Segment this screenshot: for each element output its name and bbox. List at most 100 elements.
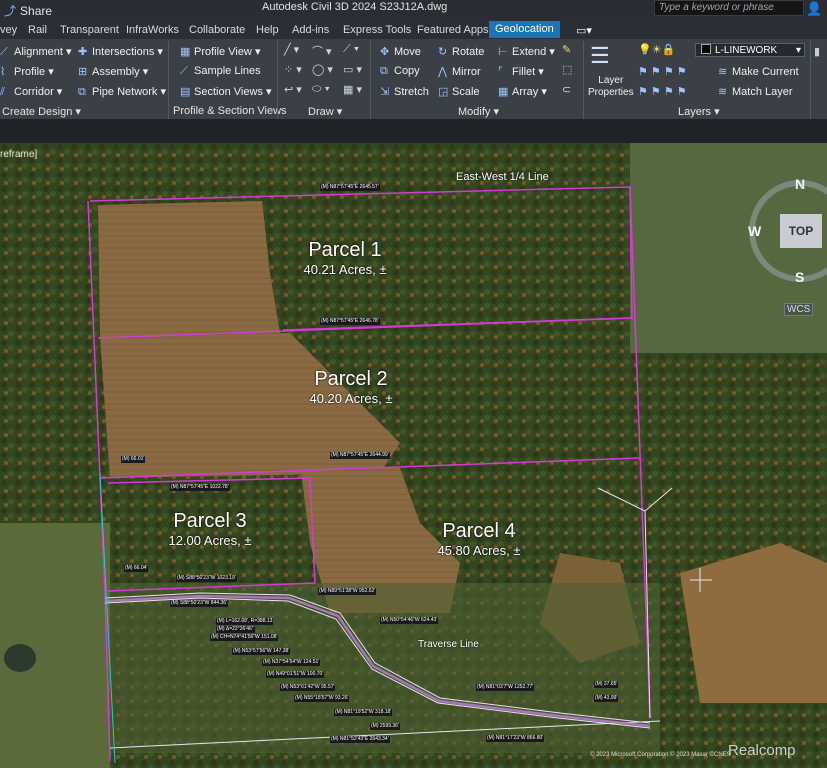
compass-north[interactable]: N bbox=[795, 176, 805, 192]
profile-section-group-label: Profile & Section Views bbox=[173, 105, 287, 117]
spline-tool-icon[interactable]: ↩ ▾ bbox=[284, 83, 302, 96]
bearing-label: (M) 43.99' bbox=[594, 695, 619, 702]
bearing-label: (M) N81°03'7"W 1252.77' bbox=[476, 684, 535, 691]
paste-icon[interactable]: ▮ bbox=[814, 45, 820, 58]
bearing-label: (M) L=162.68', R=388.13 bbox=[216, 618, 274, 625]
pond-west bbox=[4, 644, 36, 672]
bearing-label: (M) 2599.36' bbox=[370, 723, 400, 730]
profile-button[interactable]: ⌇ Profile ▾ bbox=[0, 65, 54, 78]
parcel-name: Parcel 2 bbox=[314, 368, 388, 390]
tab-transparent[interactable]: Transparent bbox=[60, 24, 119, 36]
array-button[interactable]: ▦ Array ▾ bbox=[498, 85, 547, 98]
divider bbox=[168, 41, 169, 119]
profile-view-button[interactable]: ▦ Profile View ▾ bbox=[180, 45, 260, 58]
intersections-button[interactable]: ✚ Intersections ▾ bbox=[78, 45, 163, 58]
sample-lines-button[interactable]: ⟋ Sample Lines bbox=[180, 65, 261, 78]
polyline-tool-icon[interactable]: ⟋ ▾ bbox=[343, 43, 359, 56]
tab-collaborate[interactable]: Collaborate bbox=[189, 24, 245, 36]
rotate-button[interactable]: ↻ Rotate bbox=[438, 45, 484, 58]
parcel-acres: 12.00 Acres, ± bbox=[168, 533, 252, 548]
section-views-button[interactable]: ▤ Section Views ▾ bbox=[180, 85, 271, 98]
tab-help[interactable]: Help bbox=[256, 24, 279, 36]
share-button[interactable]: ⤴ Share bbox=[4, 2, 52, 19]
offset-icon[interactable]: ⊂ bbox=[562, 83, 571, 96]
draw-group-label[interactable]: Draw ▾ bbox=[308, 105, 342, 118]
layer-properties-icon[interactable]: ☰ bbox=[590, 43, 610, 69]
drawing-viewport[interactable]: reframe] N W S TOP WCS East-West 1/4 Lin… bbox=[0, 143, 827, 768]
bearing-label: (M) CH=N74°41'56"W 151.08' bbox=[210, 634, 279, 641]
viewport-label[interactable]: reframe] bbox=[0, 149, 37, 160]
hatch-tool-icon[interactable]: ▦ ▾ bbox=[343, 83, 362, 96]
layer-color-swatch bbox=[701, 44, 711, 54]
wcs-menu[interactable]: WCS bbox=[784, 303, 814, 316]
bearing-label: (M) N87°57'45"E 1022.78' bbox=[170, 484, 230, 491]
point-tool-icon[interactable]: ⁘ ▾ bbox=[284, 63, 302, 76]
chevron-down-icon: ▾ bbox=[795, 45, 801, 56]
mirror-icon: ⋀ bbox=[438, 66, 448, 78]
bearing-label: (M) N55°18'57"W 93.26' bbox=[294, 695, 350, 702]
extend-icon: ⊢ bbox=[498, 46, 508, 58]
bearing-label: (M) Δ=22°26'46" bbox=[216, 626, 255, 633]
current-layer-dropdown[interactable]: L-LINEWORK ▾ bbox=[695, 43, 805, 57]
ribbon-tabs: vey Rail Transparent InfraWorks Collabor… bbox=[0, 20, 827, 39]
scale-button[interactable]: ◲ Scale bbox=[438, 85, 480, 98]
share-icon: ⤴ bbox=[4, 4, 17, 18]
intersections-icon: ✚ bbox=[78, 46, 88, 58]
compass-south[interactable]: S bbox=[795, 269, 804, 285]
tab-add-ins[interactable]: Add-ins bbox=[292, 24, 329, 36]
assembly-icon: ⊞ bbox=[78, 66, 88, 78]
make-current-button[interactable]: ≋ Make Current bbox=[718, 65, 799, 78]
tab-featured-apps[interactable]: Featured Apps bbox=[417, 24, 489, 36]
search-input[interactable]: Type a keyword or phrase bbox=[654, 0, 804, 16]
file-tab-bar bbox=[0, 119, 827, 143]
alignment-icon: ⟋ bbox=[0, 46, 8, 58]
parcel-acres: 40.21 Acres, ± bbox=[303, 262, 387, 277]
compass-west[interactable]: W bbox=[748, 223, 761, 239]
line-tool-icon[interactable]: ╱ ▾ bbox=[284, 43, 299, 56]
assembly-button[interactable]: ⊞ Assembly ▾ bbox=[78, 65, 148, 78]
layer-state-icons[interactable]: 💡☀🔒 bbox=[638, 43, 675, 56]
profile-icon: ⌇ bbox=[0, 66, 6, 78]
copy-button[interactable]: ⧉ Copy bbox=[380, 65, 420, 78]
bearing-label: (M) N89°51'38"W 952.62' bbox=[318, 588, 377, 595]
parcel-4-label: Parcel 4 45.80 Acres, ± bbox=[424, 520, 534, 558]
arc-tool-icon[interactable]: ⌒ ▾ bbox=[312, 43, 332, 59]
alignment-button[interactable]: ⟋ Alignment ▾ bbox=[0, 45, 72, 59]
tab-survey[interactable]: vey bbox=[0, 24, 17, 36]
modify-group-label[interactable]: Modify ▾ bbox=[458, 105, 499, 118]
stretch-button[interactable]: ⇲ Stretch bbox=[380, 85, 429, 98]
bearing-label: (M) 66.01' bbox=[121, 456, 146, 463]
move-button[interactable]: ✥ Move bbox=[380, 45, 421, 58]
stretch-icon: ⇲ bbox=[380, 86, 390, 98]
layer-tools-row2-icons[interactable]: ⚑ ⚑ ⚑ ⚑ bbox=[638, 85, 687, 98]
bearing-label: (M) N81°52'43"E 2643.34' bbox=[330, 736, 390, 743]
parcel-acres: 45.80 Acres, ± bbox=[437, 543, 521, 558]
divider bbox=[810, 41, 811, 119]
pipe-network-button[interactable]: ⧉ Pipe Network ▾ bbox=[78, 85, 166, 99]
circle-tool-icon[interactable]: ◯ ▾ bbox=[312, 63, 333, 76]
tab-rail[interactable]: Rail bbox=[28, 24, 47, 36]
ellipse-tool-icon[interactable]: ⬭ ▾ bbox=[312, 83, 330, 96]
layer-properties-button[interactable]: Layer Properties bbox=[588, 75, 634, 99]
user-icon[interactable]: 👤 bbox=[806, 1, 822, 17]
layer-tools-row1-icons[interactable]: ⚑ ⚑ ⚑ ⚑ bbox=[638, 65, 687, 78]
panel-toggle-icon[interactable]: ▭▾ bbox=[576, 24, 592, 37]
match-layer-icon: ≋ bbox=[718, 86, 728, 98]
erase-icon[interactable]: ✎ bbox=[562, 43, 571, 56]
tab-infraworks[interactable]: InfraWorks bbox=[126, 24, 179, 36]
tab-express-tools[interactable]: Express Tools bbox=[343, 24, 411, 36]
rectangle-tool-icon[interactable]: ▭ ▾ bbox=[343, 63, 362, 76]
bearing-label: (M) N53°01'42"W 95.57' bbox=[280, 684, 336, 691]
extend-button[interactable]: ⊢ Extend ▾ bbox=[498, 45, 555, 58]
bearing-label: (M) S88°50'23"W 1023.19' bbox=[176, 575, 237, 582]
corridor-button[interactable]: ⫽ Corridor ▾ bbox=[0, 85, 62, 99]
parcel-3-label: Parcel 3 12.00 Acres, ± bbox=[155, 510, 265, 548]
view-cube-top[interactable]: TOP bbox=[780, 214, 822, 248]
tab-geolocation[interactable]: Geolocation bbox=[489, 21, 560, 38]
create-design-group-label[interactable]: Create Design ▾ bbox=[2, 105, 81, 118]
fillet-button[interactable]: ⌜ Fillet ▾ bbox=[498, 65, 544, 78]
explode-icon[interactable]: ⬚ bbox=[562, 63, 572, 76]
mirror-button[interactable]: ⋀ Mirror bbox=[438, 65, 481, 78]
match-layer-button[interactable]: ≋ Match Layer bbox=[718, 85, 793, 98]
layers-group-label[interactable]: Layers ▾ bbox=[678, 105, 720, 118]
